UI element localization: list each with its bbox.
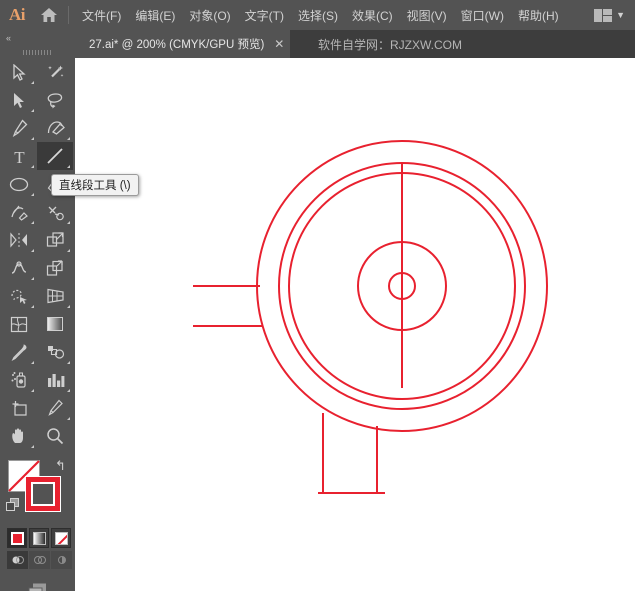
type-tool[interactable]: T	[1, 142, 37, 170]
menu-select[interactable]: 选择(S)	[291, 3, 345, 28]
collapse-panel-icon[interactable]: «	[0, 30, 75, 46]
menu-divider	[68, 6, 69, 24]
draw-behind[interactable]	[29, 551, 50, 569]
eyedropper-tool[interactable]	[1, 338, 37, 366]
draw-mode-row	[0, 551, 75, 569]
tools-panel: «	[0, 30, 75, 591]
line-segment-tool[interactable]	[37, 142, 73, 170]
eraser-tool[interactable]	[37, 198, 73, 226]
draw-inside[interactable]	[51, 551, 72, 569]
zoom-tool[interactable]	[37, 422, 73, 450]
watermark-text: 软件自学网：RJZXW.COM	[318, 30, 462, 58]
tab-27-ai[interactable]: 27.ai* @ 200% (CMYK/GPU 预览) ✕	[75, 30, 290, 58]
selection-tool[interactable]	[1, 58, 37, 86]
lasso-tool[interactable]	[37, 86, 73, 114]
symbol-sprayer-tool[interactable]	[1, 366, 37, 394]
close-icon[interactable]: ✕	[274, 38, 284, 50]
menu-bar: Ai 文件(F) 编辑(E) 对象(O) 文字(T) 选择(S) 效果(C) 视…	[0, 0, 635, 30]
column-graph-tool[interactable]	[37, 366, 73, 394]
artboard-canvas[interactable]	[75, 58, 635, 591]
gradient-tool[interactable]	[37, 310, 73, 338]
fill-stroke-control: ↰	[0, 454, 75, 526]
width-tool[interactable]	[1, 254, 37, 282]
ellipse-tool[interactable]	[1, 170, 37, 198]
menu-file[interactable]: 文件(F)	[75, 3, 128, 28]
home-icon[interactable]	[34, 0, 64, 30]
shape-builder-tool[interactable]	[1, 282, 37, 310]
screen-mode-button[interactable]	[0, 579, 75, 591]
shaper-tool[interactable]	[1, 198, 37, 226]
tool-tooltip: 直线段工具 (\)	[51, 174, 139, 196]
curvature-tool[interactable]	[37, 114, 73, 142]
valve-front-view	[75, 58, 635, 591]
tab-title: 27.ai* @ 200% (CMYK/GPU 预览)	[89, 36, 264, 52]
mesh-tool[interactable]	[1, 310, 37, 338]
workspace-icon	[594, 9, 612, 22]
panel-drag-handle[interactable]	[0, 46, 75, 58]
document-tab-bar: 27.ai* @ 200% (CMYK/GPU 预览) ✕ 软件自学网：RJZX…	[0, 30, 635, 58]
workspace-switcher[interactable]: ▼	[588, 0, 631, 30]
illustrator-window: Ai 文件(F) 编辑(E) 对象(O) 文字(T) 选择(S) 效果(C) 视…	[0, 0, 635, 591]
pen-tool[interactable]	[1, 114, 37, 142]
app-logo: Ai	[0, 0, 34, 30]
draw-normal[interactable]	[7, 551, 28, 569]
artboard-tool[interactable]	[1, 394, 37, 422]
rotate-tool[interactable]	[1, 226, 37, 254]
menu-window[interactable]: 窗口(W)	[454, 3, 511, 28]
color-mode-row	[0, 528, 75, 548]
perspective-grid-tool[interactable]	[37, 282, 73, 310]
menu-effect[interactable]: 效果(C)	[345, 3, 400, 28]
hand-tool[interactable]	[1, 422, 37, 450]
menu-object[interactable]: 对象(O)	[182, 3, 237, 28]
menu-type[interactable]: 文字(T)	[238, 3, 291, 28]
magic-wand-tool[interactable]	[37, 58, 73, 86]
default-fill-stroke-icon[interactable]	[6, 498, 20, 512]
swap-fill-stroke-icon[interactable]: ↰	[55, 459, 69, 473]
chevron-down-icon: ▼	[616, 11, 625, 20]
color-mode-none[interactable]	[51, 528, 71, 548]
menu-help[interactable]: 帮助(H)	[511, 3, 566, 28]
svg-text:T: T	[14, 148, 25, 165]
stroke-swatch[interactable]	[26, 477, 60, 511]
tool-grid: T	[1, 58, 75, 450]
color-mode-solid[interactable]	[7, 528, 27, 548]
menu-edit[interactable]: 编辑(E)	[128, 3, 182, 28]
direct-selection-tool[interactable]	[1, 86, 37, 114]
color-mode-gradient[interactable]	[29, 528, 49, 548]
slice-tool[interactable]	[37, 394, 73, 422]
free-transform-tool[interactable]	[37, 254, 73, 282]
blend-tool[interactable]	[37, 338, 73, 366]
menu-view[interactable]: 视图(V)	[400, 3, 454, 28]
scale-tool[interactable]	[37, 226, 73, 254]
